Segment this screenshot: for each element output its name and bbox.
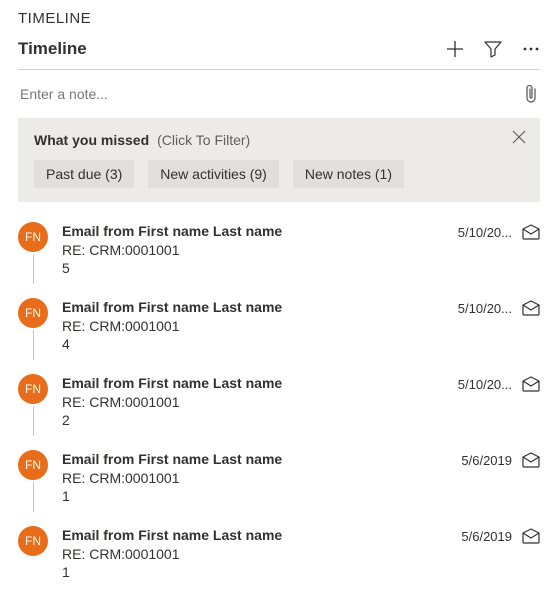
item-body: Email from First name Last name RE: CRM:0… xyxy=(62,298,444,352)
page-title: TIMELINE xyxy=(18,0,540,33)
item-type-icon xyxy=(522,452,540,468)
avatar-column: FN xyxy=(18,222,48,284)
avatar-column: FN xyxy=(18,526,48,556)
item-number: 1 xyxy=(62,564,447,580)
item-meta: 5/10/20... xyxy=(458,298,540,316)
item-number: 2 xyxy=(62,412,444,428)
item-title: Email from First name Last name xyxy=(62,298,444,316)
item-type-icon xyxy=(522,528,540,544)
avatar-column: FN xyxy=(18,374,48,436)
more-horizontal-icon xyxy=(522,40,540,58)
item-number: 1 xyxy=(62,488,447,504)
more-button[interactable] xyxy=(522,40,540,58)
item-date: 5/6/2019 xyxy=(461,453,512,468)
paperclip-icon xyxy=(524,84,538,104)
timeline-item[interactable]: FN Email from First name Last name RE: CRM… xyxy=(18,288,540,364)
envelope-open-icon xyxy=(522,528,540,544)
avatar: FN xyxy=(18,374,48,404)
avatar: FN xyxy=(18,222,48,252)
item-number: 4 xyxy=(62,336,444,352)
thread-line xyxy=(33,330,34,360)
item-number: 5 xyxy=(62,260,444,276)
missed-title: What you missed xyxy=(34,132,149,148)
chip-past-due[interactable]: Past due (3) xyxy=(34,160,134,188)
thread-line xyxy=(33,482,34,512)
item-date: 5/6/2019 xyxy=(461,529,512,544)
timeline-item[interactable]: FN Email from First name Last name RE: CRM… xyxy=(18,516,540,584)
item-subject: RE: CRM:0001001 xyxy=(62,318,444,334)
item-title: Email from First name Last name xyxy=(62,450,447,468)
chip-new-activities[interactable]: New activities (9) xyxy=(148,160,279,188)
close-icon xyxy=(512,130,526,144)
item-date: 5/10/20... xyxy=(458,225,512,240)
avatar-column: FN xyxy=(18,450,48,512)
item-title: Email from First name Last name xyxy=(62,526,447,544)
item-subject: RE: CRM:0001001 xyxy=(62,242,444,258)
note-input[interactable] xyxy=(18,85,524,103)
chip-new-notes[interactable]: New notes (1) xyxy=(293,160,404,188)
item-body: Email from First name Last name RE: CRM:0… xyxy=(62,526,447,580)
envelope-open-icon xyxy=(522,452,540,468)
filter-button[interactable] xyxy=(484,40,502,58)
item-subject: RE: CRM:0001001 xyxy=(62,394,444,410)
item-meta: 5/10/20... xyxy=(458,374,540,392)
item-type-icon xyxy=(522,376,540,392)
item-date: 5/10/20... xyxy=(458,301,512,316)
timeline-item[interactable]: FN Email from First name Last name RE: CRM… xyxy=(18,440,540,516)
filter-chips: Past due (3) New activities (9) New note… xyxy=(34,160,524,188)
timeline-item[interactable]: FN Email from First name Last name RE: CRM… xyxy=(18,212,540,288)
item-subject: RE: CRM:0001001 xyxy=(62,470,447,486)
envelope-open-icon xyxy=(522,376,540,392)
envelope-open-icon xyxy=(522,300,540,316)
item-title: Email from First name Last name xyxy=(62,374,444,392)
item-title: Email from First name Last name xyxy=(62,222,444,240)
what-you-missed-panel: What you missed (Click To Filter) Past d… xyxy=(18,118,540,202)
timeline-item[interactable]: FN Email from First name Last name RE: CRM… xyxy=(18,364,540,440)
timeline-title: Timeline xyxy=(18,39,87,59)
item-body: Email from First name Last name RE: CRM:0… xyxy=(62,374,444,428)
thread-line xyxy=(33,254,34,284)
item-subject: RE: CRM:0001001 xyxy=(62,546,447,562)
missed-close-button[interactable] xyxy=(512,130,526,144)
item-meta: 5/10/20... xyxy=(458,222,540,240)
avatar: FN xyxy=(18,298,48,328)
item-meta: 5/6/2019 xyxy=(461,450,540,468)
item-body: Email from First name Last name RE: CRM:0… xyxy=(62,450,447,504)
avatar: FN xyxy=(18,526,48,556)
add-button[interactable] xyxy=(446,40,464,58)
attach-button[interactable] xyxy=(524,84,540,104)
thread-line xyxy=(33,406,34,436)
envelope-open-icon xyxy=(522,224,540,240)
funnel-icon xyxy=(484,40,502,58)
item-meta: 5/6/2019 xyxy=(461,526,540,544)
avatar: FN xyxy=(18,450,48,480)
plus-icon xyxy=(446,40,464,58)
avatar-column: FN xyxy=(18,298,48,360)
item-body: Email from First name Last name RE: CRM:0… xyxy=(62,222,444,276)
item-type-icon xyxy=(522,224,540,240)
missed-subtitle[interactable]: (Click To Filter) xyxy=(157,132,250,148)
timeline-header: Timeline xyxy=(18,33,540,69)
item-date: 5/10/20... xyxy=(458,377,512,392)
timeline-items: FN Email from First name Last name RE: CRM… xyxy=(18,202,540,584)
note-row xyxy=(18,70,540,118)
item-type-icon xyxy=(522,300,540,316)
